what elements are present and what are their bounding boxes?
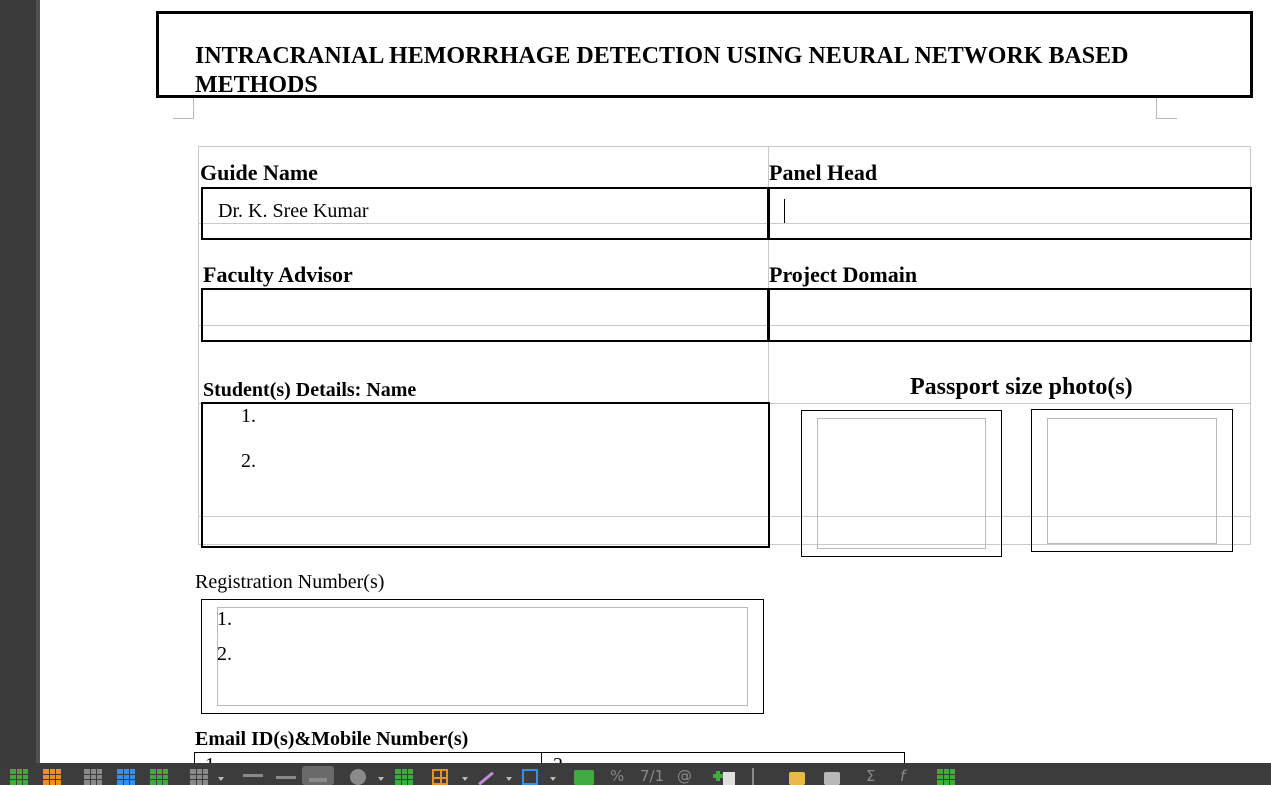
cell-background-dropdown-icon[interactable] [550,777,556,781]
align-center-icon[interactable] [276,776,296,779]
borders-dropdown-icon[interactable] [462,777,468,781]
text-cursor [784,199,785,223]
left-sidebar-bar [0,0,36,785]
cell-background-icon[interactable] [522,769,538,785]
protect-cells-icon[interactable] [789,772,805,785]
number-format-percent-icon[interactable]: % [610,767,624,785]
document-title[interactable]: INTRACRANIAL HEMORRHAGE DETECTION USING … [195,42,1195,100]
insert-caption-icon[interactable] [713,769,735,785]
guide-name-value: Dr. K. Sree Kumar [218,200,369,222]
table-properties-icon[interactable] [395,769,413,785]
faculty-advisor-field[interactable] [201,288,770,342]
delete-table-icon[interactable] [84,769,102,785]
student-names-field[interactable] [201,402,770,548]
insert-rows-icon[interactable] [117,769,135,785]
unprotect-cells-icon[interactable] [824,772,840,785]
border-color-icon[interactable] [478,771,494,785]
table-gridline [198,146,199,544]
borders-icon[interactable] [432,769,448,785]
student-item-2: 2. [241,450,256,472]
merge-cells-icon[interactable] [190,769,208,785]
sort-icon[interactable] [752,768,754,785]
table-icon[interactable] [937,769,955,785]
insert-image-icon[interactable] [574,770,594,785]
cell-style-icon[interactable] [350,769,366,785]
toolbar-pressed-state [302,766,334,785]
table-grid-icon[interactable] [43,769,61,785]
panel-head-label: Panel Head [769,160,878,185]
cell-style-dropdown-icon[interactable] [378,777,384,781]
student-details-label: Student(s) Details: Name [203,379,417,401]
align-bottom-icon[interactable] [309,778,327,782]
photo-placeholder-2[interactable] [1047,418,1217,544]
number-format-at-icon[interactable]: @ [677,767,692,785]
guide-name-label: Guide Name [200,160,318,185]
project-domain-label: Project Domain [769,262,918,287]
project-domain-field[interactable] [767,288,1252,342]
merge-cells-dropdown-icon[interactable] [218,777,224,781]
registration-label: Registration Number(s) [195,571,385,593]
text-boundary-corner-left [173,98,194,119]
photo-placeholder-1[interactable] [817,418,986,549]
contact-label: Email ID(s)&Mobile Number(s) [195,728,469,750]
number-format-fraction-icon[interactable]: 7/1 [640,767,664,785]
text-boundary-corner-right [1156,98,1177,119]
insert-table-icon[interactable] [10,769,28,785]
table-gridline [198,146,1251,147]
insert-columns-icon[interactable] [150,769,168,785]
registration-item-2: 2. [217,643,232,665]
passport-photo-label: Passport size photo(s) [910,374,1133,400]
border-color-dropdown-icon[interactable] [506,777,512,781]
sum-icon[interactable]: Σ [866,767,875,785]
formula-icon[interactable]: f [900,767,905,785]
table-toolbar: % 7/1 @ Σ f [0,763,1271,785]
student-item-1: 1. [241,405,256,427]
faculty-advisor-label: Faculty Advisor [203,262,353,287]
registration-item-1: 1. [217,608,232,630]
align-top-icon[interactable] [243,774,263,777]
panel-head-field[interactable] [767,187,1252,240]
registration-field[interactable] [217,607,748,706]
